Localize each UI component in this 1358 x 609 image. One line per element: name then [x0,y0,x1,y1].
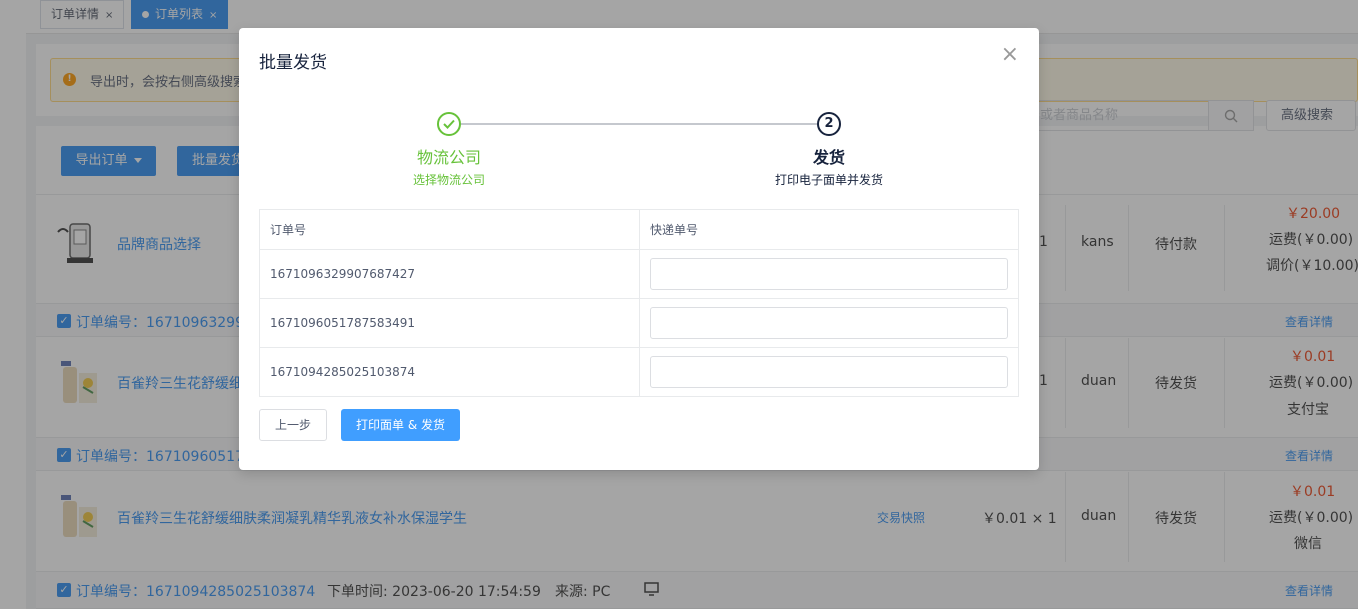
tracking-number-input[interactable] [650,258,1008,290]
step-description: 打印电子面单并发货 [774,173,883,187]
tracking-cell [639,249,1019,299]
order-number-cell: 1671096329907687427 [259,249,640,299]
step-description: 选择物流公司 [412,173,485,187]
batch-ship-modal: 批量发货 × 2 物流公司 选择物流公司 发货 打印电子面单并发货 订单号 快递… [239,28,1039,470]
tracking-cell [639,298,1019,348]
column-header-order-no: 订单号 [259,209,640,250]
step-title: 发货 [812,148,845,167]
step-number-icon: 2 [817,112,841,136]
print-and-ship-button[interactable]: 打印面单 & 发货 [341,409,460,441]
tracking-cell [639,347,1019,397]
tracking-number-input[interactable] [650,356,1008,388]
table-row: 1671094285025103874 [259,347,1019,397]
step-done-check-icon [437,112,461,136]
shipping-table: 订单号 快递单号 1671096329907687427 16710960517… [259,209,1019,397]
previous-step-button[interactable]: 上一步 [259,409,327,441]
close-icon[interactable]: × [1001,44,1019,66]
column-header-tracking-no: 快递单号 [639,209,1019,250]
tracking-number-input[interactable] [650,307,1008,339]
table-row: 1671096329907687427 [259,249,1019,299]
table-header-row: 订单号 快递单号 [259,209,1019,250]
check-icon [443,119,455,129]
steps: 2 物流公司 选择物流公司 发货 打印电子面单并发货 [239,108,1039,188]
order-number-cell: 1671094285025103874 [259,347,640,397]
step-title: 物流公司 [416,148,481,167]
step-connector [461,123,817,125]
order-number-cell: 1671096051787583491 [259,298,640,348]
table-row: 1671096051787583491 [259,298,1019,348]
modal-title: 批量发货 [259,53,327,73]
